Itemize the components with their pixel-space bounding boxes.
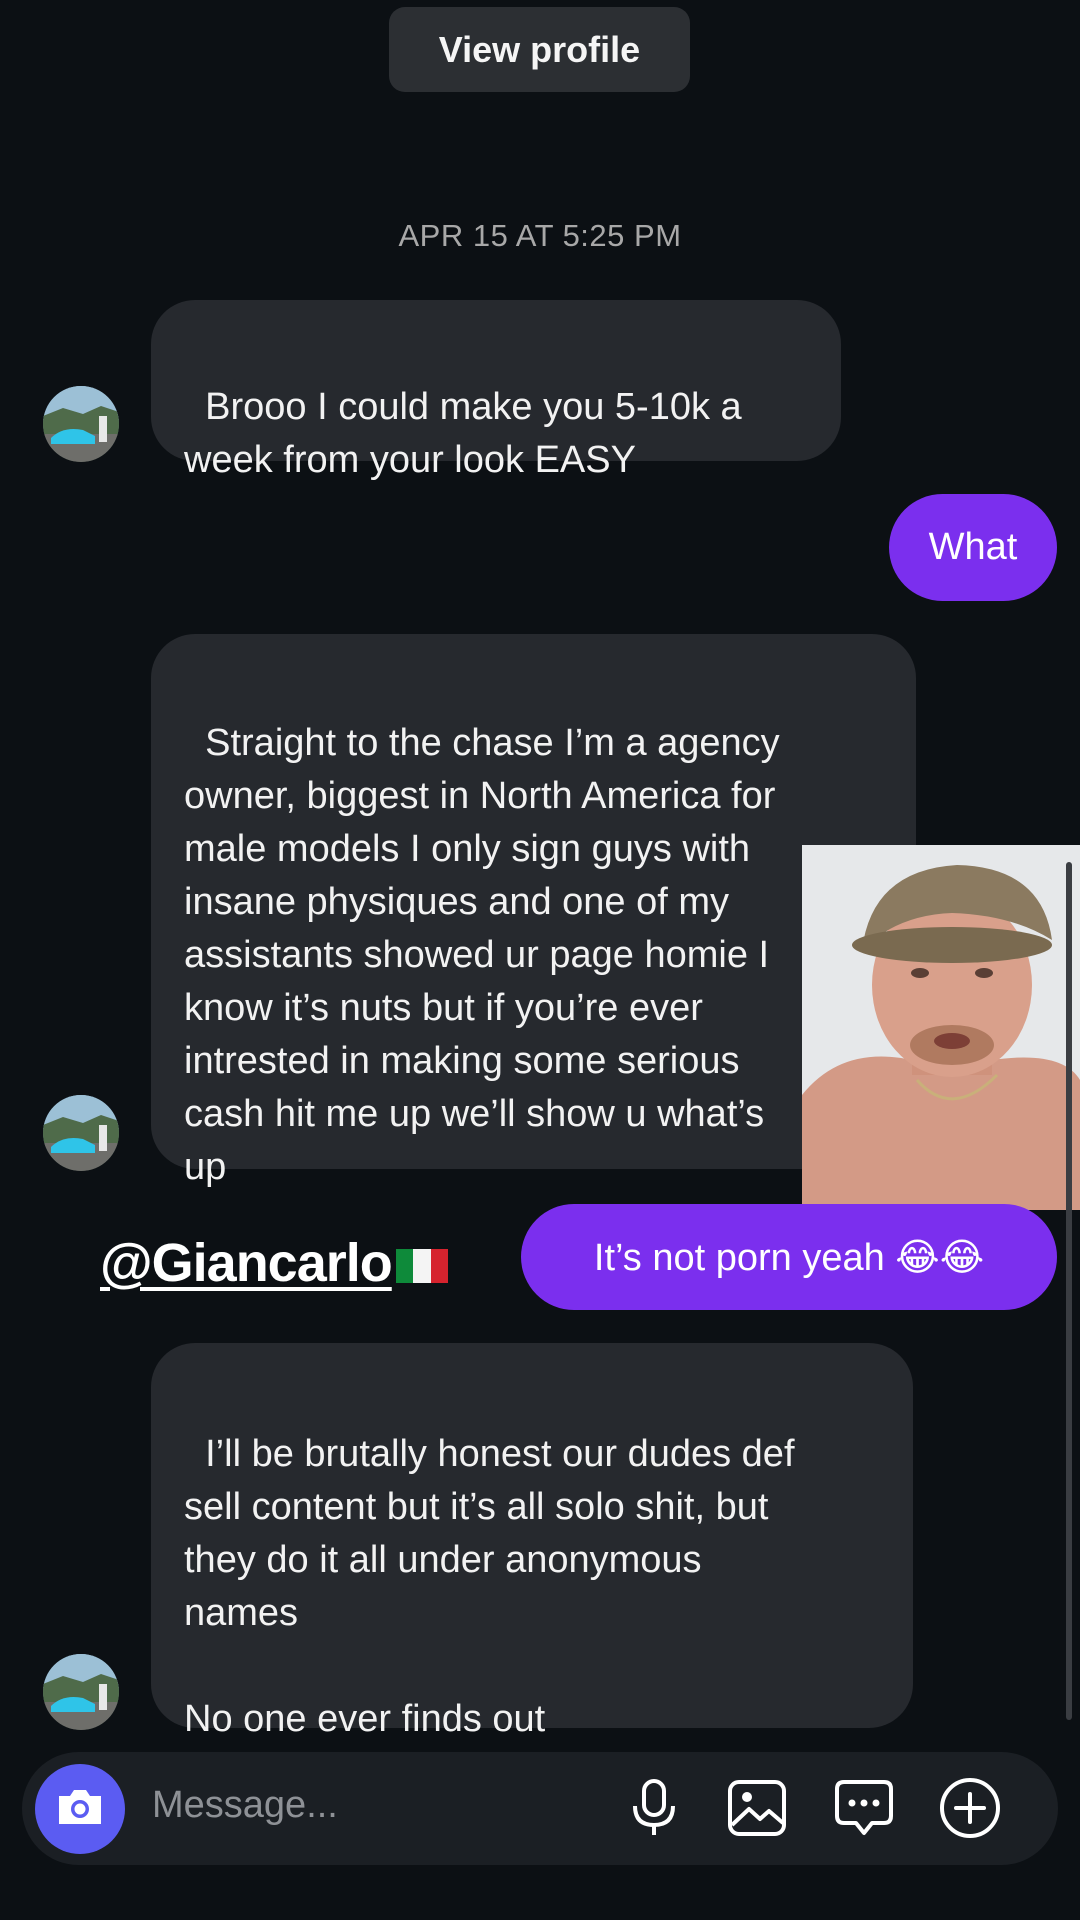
gallery-button[interactable] (727, 1779, 787, 1842)
scrollbar[interactable] (1066, 862, 1072, 1720)
camera-icon (55, 1786, 105, 1833)
gallery-icon (727, 1779, 787, 1842)
video-overlay (802, 845, 1080, 1210)
message-text: What (928, 526, 1018, 568)
microphone-button[interactable] (624, 1778, 684, 1843)
more-options-button[interactable] (940, 1777, 1000, 1840)
microphone-icon (629, 1778, 679, 1843)
view-profile-button[interactable]: View profile (389, 7, 690, 92)
message-text: Straight to the chase I’m a agency owner… (184, 722, 780, 1188)
incoming-message[interactable]: I’ll be brutally honest our dudes def se… (151, 1343, 913, 1740)
plus-icon (939, 1777, 1001, 1844)
message-input[interactable]: Message... (152, 1784, 338, 1827)
incoming-message[interactable]: Brooo I could make you 5-10k a week from… (151, 300, 841, 481)
sticker-chat-icon (834, 1778, 894, 1843)
sender-avatar[interactable] (43, 386, 119, 462)
camera-button[interactable] (35, 1764, 125, 1854)
message-text: I’ll be brutally honest our dudes def se… (184, 1433, 795, 1740)
outgoing-message[interactable]: What (889, 494, 1057, 601)
message-text: Brooo I could make you 5-10k a week from… (184, 386, 742, 481)
message-timestamp: APR 15 AT 5:25 PM (398, 218, 682, 253)
sender-avatar[interactable] (43, 1654, 119, 1730)
mention-tag: @Giancarlo (100, 1232, 448, 1294)
sender-avatar[interactable] (43, 1095, 119, 1171)
italy-flag-icon (395, 1236, 448, 1283)
sticker-button[interactable] (834, 1778, 894, 1843)
message-text: It’s not porn yeah 😂😂 (593, 1236, 985, 1279)
mention-text: @Giancarlo (100, 1233, 393, 1293)
outgoing-message[interactable]: It’s not porn yeah 😂😂 (521, 1204, 1057, 1310)
